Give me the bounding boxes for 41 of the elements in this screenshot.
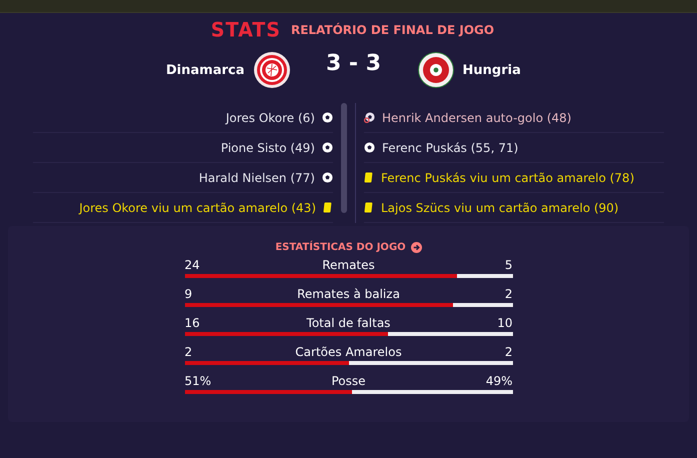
booking-card-icon — [364, 172, 374, 183]
event-text: Jores Okore (6) — [226, 110, 315, 124]
stats-logo: STATS — [210, 18, 281, 42]
stat-label: Remates à baliza — [297, 287, 400, 301]
stat-label: Total de faltas — [306, 316, 390, 330]
home-stat-value: 16 — [184, 316, 201, 330]
football-icon — [322, 112, 333, 123]
away-stat-value: 5 — [504, 258, 512, 272]
stats-link[interactable]: ESTATÍSTICAS DO JOGO — [275, 242, 422, 253]
arrow-right-icon — [410, 242, 422, 253]
event-text: Ferenc Puskás viu um cartão amarelo (78) — [381, 170, 634, 184]
away-stat-value: 49% — [484, 374, 512, 388]
home-stat-value: 24 — [184, 258, 201, 272]
event-text: Lajos Szücs viu um cartão amarelo (90) — [381, 200, 619, 214]
team-badge-icon — [252, 51, 290, 89]
scrollbar[interactable] — [341, 103, 347, 213]
event-text: Ferenc Puskás (55, 71) — [382, 140, 518, 154]
home-stat-value: 51% — [184, 374, 212, 388]
football-icon — [364, 142, 375, 153]
page-title: RELATÓRIO DE FINAL DE JOGO — [290, 23, 494, 37]
event-text: Henrik Andersen auto-golo (48) — [382, 110, 572, 124]
booking-card-icon — [364, 202, 374, 213]
football-icon — [322, 142, 333, 153]
event-text: Jores Okore viu um cartão amarelo (43) — [79, 200, 316, 214]
stat-label: Posse — [331, 374, 366, 388]
event-text: Harald Nielsen (77) — [198, 170, 315, 184]
home-stat-value: 2 — [184, 345, 194, 359]
football-icon — [364, 112, 375, 123]
away-stat-value: 2 — [504, 287, 512, 301]
booking-card-icon — [323, 202, 333, 213]
match-score: 3 - 3 — [324, 50, 382, 76]
away-stat-value: 10 — [496, 316, 512, 330]
football-icon — [322, 172, 333, 183]
stat-label: Remates — [322, 258, 375, 272]
away-team-name: Hungria — [462, 62, 522, 78]
event-text: Pione Sisto (49) — [220, 140, 315, 154]
team-badge-icon — [416, 51, 454, 89]
home-team-name: Dinamarca — [165, 62, 244, 78]
home-stat-value: 9 — [184, 287, 194, 301]
away-stat-value: 2 — [504, 345, 512, 359]
stat-label: Cartões Amarelos — [295, 345, 402, 359]
